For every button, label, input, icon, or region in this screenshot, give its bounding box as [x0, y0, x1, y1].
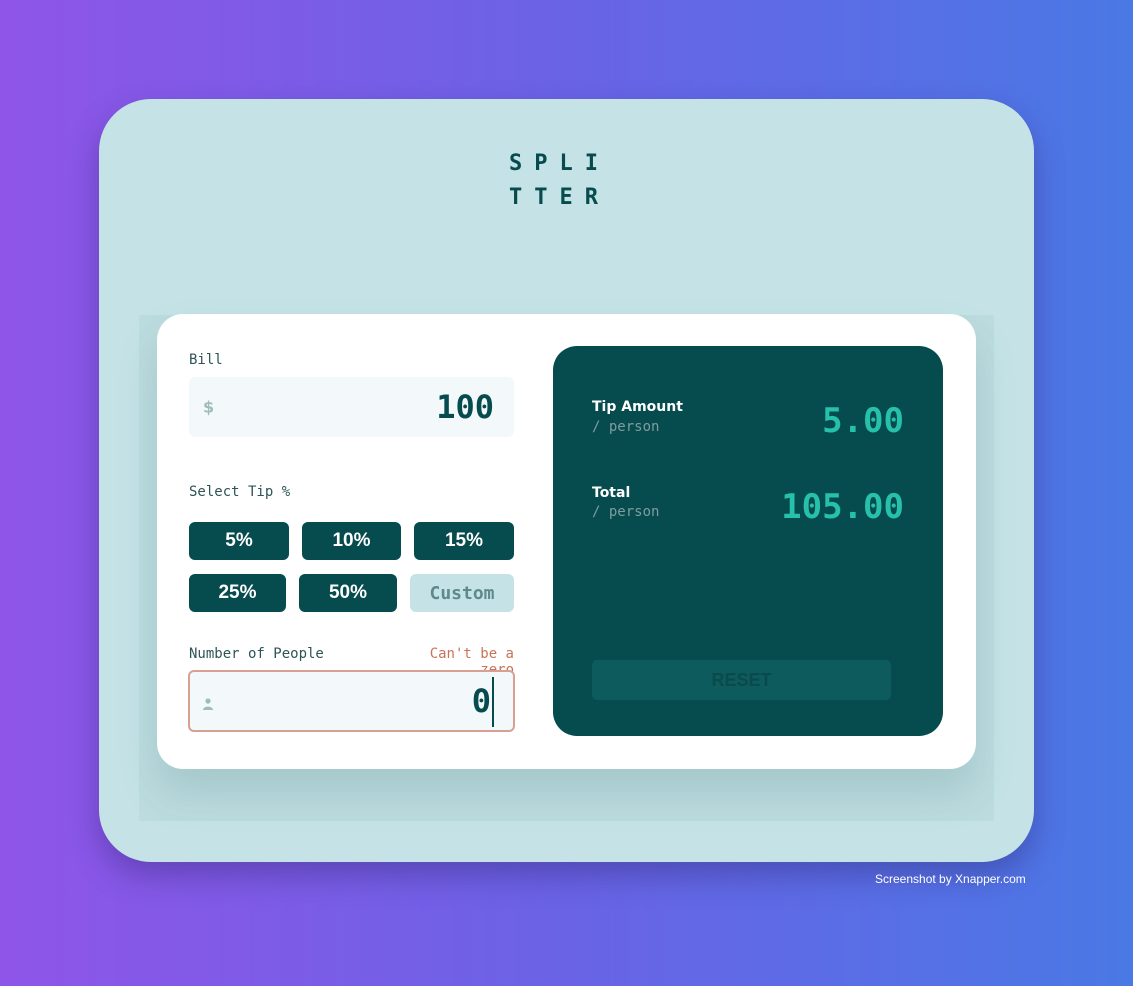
dollar-icon: $ — [203, 397, 215, 417]
people-label: Number of People — [189, 646, 324, 662]
tip-amount-label: Tip Amount — [592, 399, 683, 415]
tip-amount-sub: / person — [592, 419, 660, 435]
logo-line-1: SPLI — [509, 151, 610, 176]
total-sub: / person — [592, 504, 660, 520]
bill-input[interactable]: $ 100 — [189, 377, 514, 437]
custom-tip-input[interactable]: Custom — [410, 574, 514, 612]
total-value: 105.00 — [781, 487, 904, 527]
tip-15-button[interactable]: 15% — [414, 522, 514, 560]
people-input[interactable]: 0 — [188, 670, 515, 732]
tip-amount-value: 5.00 — [822, 401, 904, 441]
logo-line-2: TTER — [509, 185, 610, 210]
calculator-card: Bill $ 100 Select Tip % 5% 10% 15% 25% 5… — [157, 314, 976, 769]
people-value: 0 — [471, 682, 491, 720]
tip-10-button[interactable]: 10% — [302, 522, 401, 560]
tip-25-button[interactable]: 25% — [189, 574, 286, 612]
reset-button[interactable]: RESET — [592, 660, 891, 700]
app-logo: SPLI TTER — [509, 147, 629, 215]
results-panel: Tip Amount / person 5.00 Total / person … — [553, 346, 943, 736]
tip-5-button[interactable]: 5% — [189, 522, 289, 560]
tip-50-button[interactable]: 50% — [299, 574, 397, 612]
total-label: Total — [592, 485, 631, 501]
bill-label: Bill — [189, 352, 223, 368]
screenshot-credit: Screenshot by Xnapper.com — [875, 872, 1026, 886]
bill-value: 100 — [436, 388, 494, 426]
select-tip-label: Select Tip % — [189, 484, 291, 500]
text-cursor — [492, 677, 494, 727]
app-frame: SPLI TTER Bill $ 100 Select Tip % 5% 10%… — [99, 99, 1034, 862]
person-icon — [203, 695, 213, 710]
